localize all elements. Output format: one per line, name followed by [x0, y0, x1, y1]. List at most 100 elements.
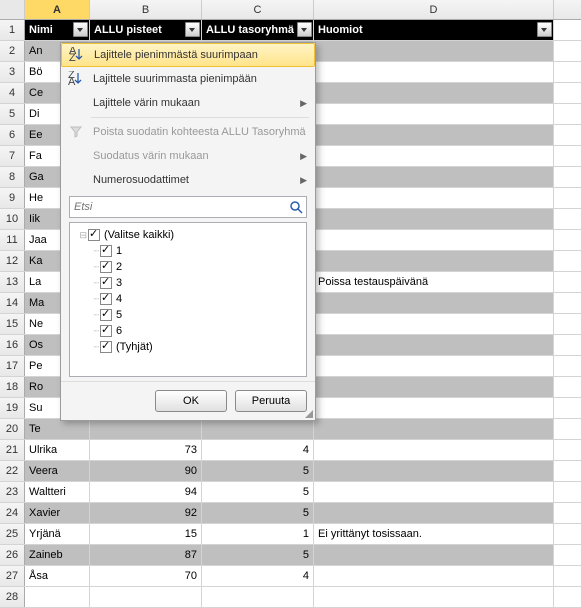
row-header[interactable]: 14 [0, 293, 25, 313]
row-header[interactable]: 17 [0, 356, 25, 376]
number-filters[interactable]: Numerosuodattimet ▶ [61, 168, 315, 192]
row-header[interactable]: 12 [0, 251, 25, 271]
cell[interactable]: 15 [90, 524, 202, 544]
row-header[interactable]: 26 [0, 545, 25, 565]
col-header-c[interactable]: C [202, 0, 314, 19]
checkbox-icon[interactable] [100, 325, 112, 337]
resize-handle-icon[interactable] [303, 408, 313, 418]
row-header[interactable]: 25 [0, 524, 25, 544]
row-header[interactable]: 3 [0, 62, 25, 82]
search-icon[interactable] [289, 200, 303, 214]
cell[interactable]: 87 [90, 545, 202, 565]
cell[interactable] [314, 251, 554, 271]
cell[interactable] [314, 377, 554, 397]
cell[interactable] [314, 461, 554, 481]
checkbox-icon[interactable] [100, 277, 112, 289]
row-header[interactable]: 20 [0, 419, 25, 439]
row-header[interactable]: 27 [0, 566, 25, 586]
cell[interactable]: Xavier [25, 503, 90, 523]
filter-value-node[interactable]: ┈4 [74, 291, 302, 307]
filter-dropdown-icon[interactable] [185, 22, 200, 37]
cell[interactable] [314, 62, 554, 82]
cell[interactable]: Poissa testauspäivänä [314, 272, 554, 292]
col-header-b[interactable]: B [90, 0, 202, 19]
cell[interactable]: 73 [90, 440, 202, 460]
cell[interactable] [90, 419, 202, 439]
cell[interactable]: 70 [90, 566, 202, 586]
cell[interactable] [314, 104, 554, 124]
cell[interactable]: Yrjänä [25, 524, 90, 544]
cell[interactable] [314, 503, 554, 523]
cell[interactable]: Ulrika [25, 440, 90, 460]
cell[interactable] [314, 566, 554, 586]
cell[interactable] [25, 587, 90, 607]
cell[interactable] [314, 545, 554, 565]
filter-value-node[interactable]: ┈3 [74, 275, 302, 291]
row-header[interactable]: 5 [0, 104, 25, 124]
header-cell[interactable]: ALLU tasoryhmä [202, 20, 314, 40]
cell[interactable]: Ei yrittänyt tosissaan. [314, 524, 554, 544]
select-all-corner[interactable] [0, 0, 25, 19]
filter-dropdown-icon[interactable] [297, 22, 312, 37]
cell[interactable]: 5 [202, 545, 314, 565]
cell[interactable] [314, 356, 554, 376]
row-header[interactable]: 1 [0, 20, 25, 40]
cell[interactable] [314, 293, 554, 313]
blanks-node[interactable]: ┈(Tyhjät) [74, 339, 302, 355]
cell[interactable]: 4 [202, 440, 314, 460]
cell[interactable]: 5 [202, 461, 314, 481]
cell[interactable]: 92 [90, 503, 202, 523]
cell[interactable] [314, 83, 554, 103]
row-header[interactable]: 19 [0, 398, 25, 418]
filter-value-node[interactable]: ┈6 [74, 323, 302, 339]
checkbox-icon[interactable] [100, 341, 112, 353]
sort-ascending[interactable]: AZ Lajittele pienimmästä suurimpaan [61, 43, 315, 67]
row-header[interactable]: 6 [0, 125, 25, 145]
cell[interactable] [314, 146, 554, 166]
sort-by-color[interactable]: Lajittele värin mukaan ▶ [61, 91, 315, 115]
cell[interactable]: 5 [202, 503, 314, 523]
filter-search-input[interactable] [69, 196, 307, 218]
cell[interactable]: Åsa [25, 566, 90, 586]
filter-values-tree[interactable]: ⊟(Valitse kaikki) ┈1┈2┈3┈4┈5┈6 ┈(Tyhjät) [69, 222, 307, 377]
filter-dropdown-icon[interactable] [73, 22, 88, 37]
cell[interactable] [314, 482, 554, 502]
cell[interactable] [314, 41, 554, 61]
row-header[interactable]: 8 [0, 167, 25, 187]
checkbox-icon[interactable] [88, 229, 100, 241]
row-header[interactable]: 22 [0, 461, 25, 481]
row-header[interactable]: 4 [0, 83, 25, 103]
cell[interactable] [314, 167, 554, 187]
cell[interactable] [314, 419, 554, 439]
row-header[interactable]: 21 [0, 440, 25, 460]
header-cell[interactable]: Nimi [25, 20, 90, 40]
cell[interactable] [314, 230, 554, 250]
cell[interactable] [202, 587, 314, 607]
row-header[interactable]: 15 [0, 314, 25, 334]
row-header[interactable]: 28 [0, 587, 25, 607]
row-header[interactable]: 11 [0, 230, 25, 250]
row-header[interactable]: 23 [0, 482, 25, 502]
row-header[interactable]: 7 [0, 146, 25, 166]
cell[interactable]: 4 [202, 566, 314, 586]
ok-button[interactable]: OK [155, 390, 227, 412]
checkbox-icon[interactable] [100, 261, 112, 273]
cell[interactable] [314, 188, 554, 208]
cell[interactable]: Veera [25, 461, 90, 481]
cell[interactable]: Zaineb [25, 545, 90, 565]
cell[interactable] [314, 209, 554, 229]
col-header-a[interactable]: A [25, 0, 90, 19]
cell[interactable]: 94 [90, 482, 202, 502]
cell[interactable]: Waltteri [25, 482, 90, 502]
cell[interactable] [314, 398, 554, 418]
row-header[interactable]: 24 [0, 503, 25, 523]
cell[interactable]: Te [25, 419, 90, 439]
cell[interactable] [314, 440, 554, 460]
cell[interactable]: 90 [90, 461, 202, 481]
checkbox-icon[interactable] [100, 245, 112, 257]
cell[interactable] [202, 419, 314, 439]
row-header[interactable]: 16 [0, 335, 25, 355]
cell[interactable] [314, 314, 554, 334]
row-header[interactable]: 18 [0, 377, 25, 397]
cell[interactable] [314, 587, 554, 607]
